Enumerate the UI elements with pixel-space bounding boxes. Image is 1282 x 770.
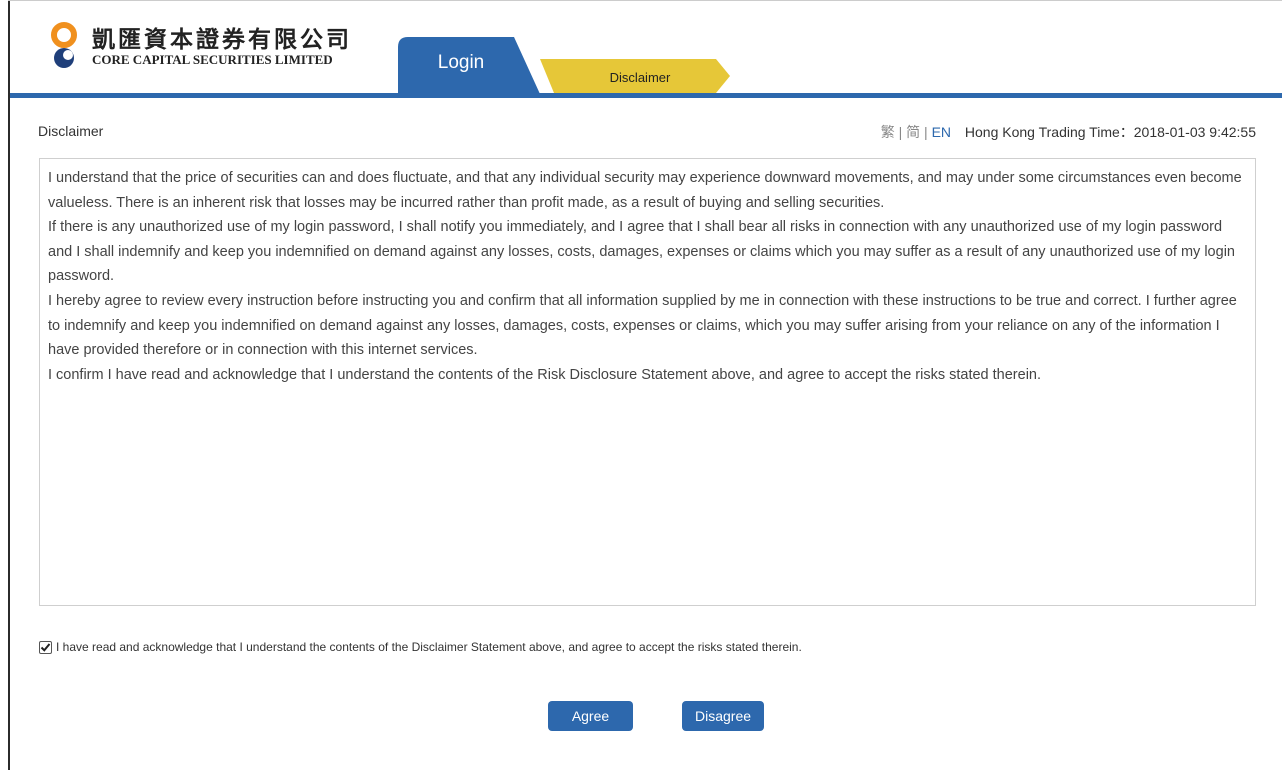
disclaimer-paragraph: If there is any unauthorized use of my l… [48,219,1235,285]
company-name-english: CORE CAPITAL SECURITIES LIMITED [92,52,333,67]
logo-emblem-icon [51,22,77,68]
language-separator: | [898,124,903,140]
company-logo: 凱匯資本證券有限公司 CORE CAPITAL SECURITIES LIMIT… [50,20,380,80]
header: 凱匯資本證券有限公司 CORE CAPITAL SECURITIES LIMIT… [10,0,1282,98]
language-separator: | [924,124,928,140]
checkmark-icon [40,643,51,652]
acknowledge-checkbox[interactable] [39,641,52,654]
language-bar: 繁 | 简 | EN Hong Kong Trading Time：2018-0… [881,122,1256,142]
header-divider [10,93,1282,98]
disclaimer-paragraph: I confirm I have read and acknowledge th… [48,366,1042,383]
acknowledge-label: I have read and acknowledge that I under… [56,640,802,654]
company-name-chinese: 凱匯資本證券有限公司 [92,26,352,53]
disclaimer-text-box[interactable]: I understand that the price of securitie… [39,158,1256,606]
language-simplified-chinese[interactable]: 简 [906,124,920,140]
agree-button[interactable]: Agree [548,701,633,731]
language-traditional-chinese[interactable]: 繁 [881,124,895,140]
tab-disclaimer[interactable]: Disclaimer [530,59,730,93]
tab-login-label: Login [437,52,485,73]
trading-time: Hong Kong Trading Time：2018-01-03 9:42:5… [964,124,1256,140]
page-title: Disclaimer [38,123,104,139]
language-english[interactable]: EN [932,124,951,140]
disclaimer-paragraph: I understand that the price of securitie… [48,170,1242,211]
disagree-button[interactable]: Disagree [682,701,764,731]
tab-disclaimer-label: Disclaimer [609,70,671,85]
tab-login[interactable]: Login [398,37,540,94]
window-left-border [8,0,10,770]
disclaimer-paragraph: I hereby agree to review every instructi… [48,292,1237,359]
